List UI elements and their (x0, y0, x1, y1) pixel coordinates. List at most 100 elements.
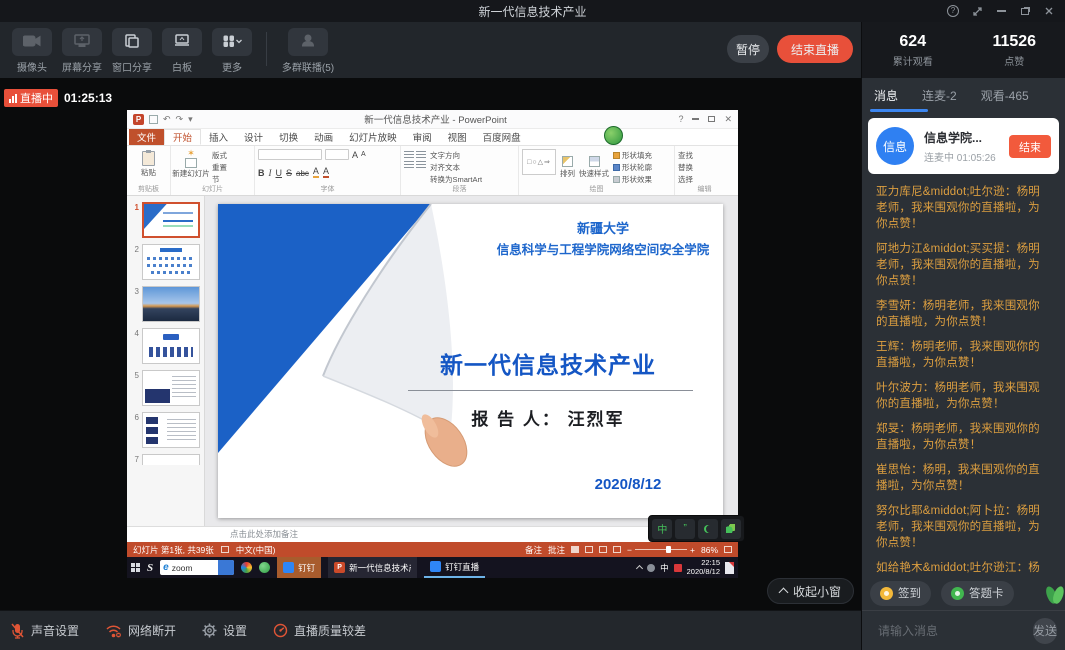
scale-icon[interactable] (971, 5, 983, 17)
paste-label[interactable]: 粘贴 (141, 167, 156, 178)
ppt-tab-transitions[interactable]: 切换 (271, 129, 306, 145)
align-icons[interactable] (404, 151, 426, 169)
green-app-icon[interactable] (259, 562, 270, 573)
s-app-icon[interactable]: S (147, 562, 153, 574)
ppt-tab-animations[interactable]: 动画 (306, 129, 341, 145)
window-share-button[interactable]: 窗口分享 (108, 28, 156, 74)
slide-thumbnail[interactable]: 4 (127, 326, 204, 368)
close-icon[interactable] (1043, 5, 1055, 17)
more-button[interactable]: 更多 (208, 28, 256, 74)
text-direction-button[interactable]: 文字方向 (430, 150, 482, 161)
shrink-font-icon[interactable]: A (361, 151, 366, 158)
checkin-button[interactable]: 签到 (870, 581, 931, 606)
pinwheel-app-icon[interactable] (241, 562, 252, 573)
ppt-tab-design[interactable]: 设计 (236, 129, 271, 145)
zoom-level[interactable]: 86% (701, 545, 718, 555)
section-button[interactable]: 节 (212, 174, 227, 185)
notes-toggle[interactable]: 备注 (525, 544, 542, 556)
redo-icon[interactable]: ↷ (176, 115, 184, 124)
font-size-box[interactable] (325, 149, 349, 160)
smartart-button[interactable]: 转换为SmartArt (430, 174, 482, 185)
tab-messages[interactable]: 消息 (874, 87, 898, 104)
quick-styles-button[interactable]: 快速样式 (579, 149, 609, 185)
notes-pane[interactable]: 点击此处添加备注 (127, 526, 738, 542)
sorter-view-icon[interactable] (585, 546, 593, 553)
desktop-pendant-icon[interactable] (604, 126, 623, 145)
ime-cn-icon[interactable]: 中 (652, 519, 672, 539)
tab-mic-connect[interactable]: 连麦-2 (922, 87, 957, 104)
ppt-tab-view[interactable]: 视图 (440, 129, 475, 145)
qat-dropdown-icon[interactable]: ▾ (188, 115, 193, 124)
taskbar-search[interactable]: e zoom (160, 560, 234, 575)
sound-settings-button[interactable]: 声音设置 (10, 622, 79, 639)
spellcheck-icon[interactable] (221, 546, 229, 553)
ime-indicator[interactable]: 中 (660, 562, 669, 574)
ppt-tab-review[interactable]: 审阅 (405, 129, 440, 145)
action-center-icon[interactable] (725, 562, 734, 574)
tab-viewers[interactable]: 观看-465 (981, 87, 1029, 104)
network-status-button[interactable]: 网络断开 (105, 622, 176, 639)
whiteboard-button[interactable]: 白板 (158, 28, 206, 74)
strike-button[interactable]: S (286, 168, 292, 178)
find-button[interactable]: 查找 (678, 150, 693, 161)
font-color-icon[interactable]: A (323, 166, 329, 178)
current-slide[interactable]: 新疆大学 信息科学与工程学院网络空间安全学院 新一代信息技术产业 报 告 人： … (218, 204, 723, 518)
paste-icon[interactable] (142, 151, 155, 166)
language-indicator[interactable]: 中文(中国) (236, 544, 276, 556)
ppt-tab-insert[interactable]: 插入 (201, 129, 236, 145)
quiz-card-button[interactable]: 答题卡 (941, 581, 1014, 606)
leaf-icon[interactable] (721, 519, 741, 539)
taskbar-app-dinglive[interactable]: 钉钉直播 (424, 557, 485, 578)
moon-icon[interactable] (698, 519, 718, 539)
screen-share-button[interactable]: 屏幕分享 (58, 28, 106, 74)
shape-effects-button[interactable]: 形状效果 (613, 174, 652, 185)
normal-view-icon[interactable] (571, 546, 579, 553)
ppt-tab-slideshow[interactable]: 幻灯片放映 (341, 129, 405, 145)
shape-fill-button[interactable]: 形状填充 (613, 150, 652, 161)
replace-button[interactable]: 替换 (678, 162, 693, 173)
ppt-restore-icon[interactable] (708, 116, 715, 122)
save-icon[interactable] (149, 115, 158, 124)
message-input[interactable] (878, 624, 1033, 638)
italic-button[interactable]: I (269, 168, 272, 178)
tray-expand-icon[interactable] (636, 565, 643, 572)
reset-button[interactable]: 重置 (212, 162, 227, 173)
pause-button[interactable]: 暂停 (727, 35, 769, 63)
ppt-close-icon[interactable]: ✕ (724, 114, 732, 125)
zoom-slider[interactable]: −+ (627, 545, 695, 555)
clear-format-button[interactable]: abc (296, 169, 309, 178)
layout-button[interactable]: 版式 (212, 150, 227, 161)
ppt-help-icon[interactable]: ? (678, 114, 683, 124)
end-live-button[interactable]: 结束直播 (777, 35, 853, 63)
slide-thumbnail[interactable]: 1 (127, 200, 204, 242)
taskbar-app-dingtalk[interactable]: 钉钉 (277, 557, 321, 578)
ime-punct-icon[interactable]: ” (675, 519, 695, 539)
new-slide-button[interactable]: 新建幻灯片 (172, 168, 210, 179)
tray-app-icon[interactable] (647, 564, 655, 572)
collapse-window-button[interactable]: 收起小窗 (767, 578, 854, 604)
end-mic-button[interactable]: 结束 (1009, 135, 1051, 158)
undo-icon[interactable]: ↶ (163, 115, 171, 124)
comments-toggle[interactable]: 批注 (548, 544, 565, 556)
start-button-icon[interactable] (131, 563, 140, 572)
grow-font-icon[interactable]: A (352, 150, 358, 160)
slide-thumbnail[interactable]: 6 (127, 410, 204, 452)
ppt-minimize-icon[interactable] (692, 118, 699, 120)
slide-thumbnail[interactable]: 7 (127, 452, 204, 465)
multicast-button[interactable]: 多群联播(5) (277, 28, 339, 74)
align-text-button[interactable]: 对齐文本 (430, 162, 482, 173)
slide-thumbnail[interactable]: 5 (127, 368, 204, 410)
select-button[interactable]: 选择 (678, 174, 693, 185)
shapes-gallery[interactable]: □○△⇒ (522, 149, 556, 175)
slide-thumbnail[interactable]: 3 (127, 284, 204, 326)
search-go-button[interactable] (218, 560, 234, 575)
stream-quality-button[interactable]: 直播质量较差 (273, 622, 366, 639)
ppt-tab-file[interactable]: 文件 (129, 129, 164, 145)
bold-button[interactable]: B (258, 168, 265, 178)
send-button[interactable]: 发送 (1033, 618, 1057, 644)
taskbar-app-powerpoint[interactable]: P 新一代信息技术产... (328, 557, 417, 578)
slideshow-view-icon[interactable] (613, 546, 621, 553)
minimize-icon[interactable] (995, 5, 1007, 17)
help-icon[interactable]: ? (947, 5, 959, 17)
shape-outline-button[interactable]: 形状轮廓 (613, 162, 652, 173)
